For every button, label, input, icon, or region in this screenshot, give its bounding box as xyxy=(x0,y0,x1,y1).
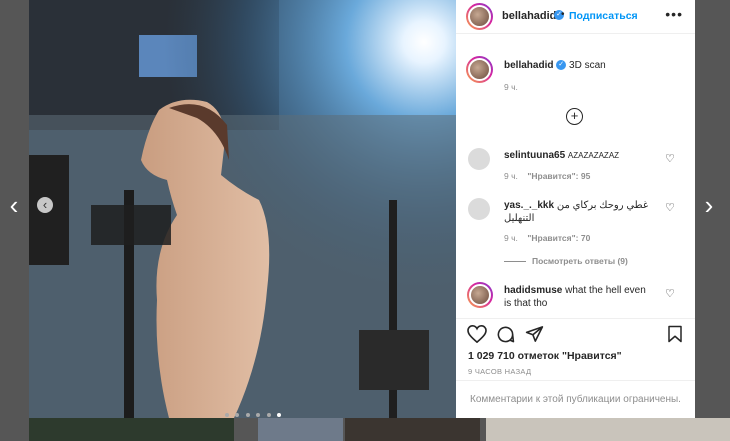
heart-icon[interactable] xyxy=(467,325,487,343)
add-circle-icon[interactable]: + xyxy=(566,108,583,125)
comment: hadidsmuse what the hell even is that th… xyxy=(504,284,654,310)
view-replies-button[interactable]: Посмотреть ответы (9) xyxy=(504,256,628,266)
comment-likes[interactable]: "Нравится": 70 xyxy=(527,233,590,243)
post-photo: ‹ xyxy=(29,0,456,418)
comment-meta: 9 ч. "Нравится": 95 xyxy=(504,171,590,181)
carousel-dot xyxy=(235,413,240,417)
caption-text: 3D scan xyxy=(569,60,606,71)
comment-avatar[interactable] xyxy=(468,198,490,220)
bookmark-icon[interactable] xyxy=(667,325,683,343)
post-actions: 1 029 710 отметок "Нравится" 9 ЧАСОВ НАЗ… xyxy=(456,318,695,381)
caption-avatar[interactable] xyxy=(466,56,493,83)
carousel-dot xyxy=(266,413,271,417)
comment-avatar[interactable] xyxy=(467,282,493,308)
comment-likes[interactable]: "Нравится": 95 xyxy=(527,171,590,181)
feed-thumb xyxy=(486,418,730,441)
carousel-dot xyxy=(256,413,261,417)
carousel-prev-button[interactable]: ‹ xyxy=(37,197,53,213)
post-header: bellahadid ✓ • Подписаться ••• xyxy=(456,0,695,34)
post-side-panel: bellahadid ✓ • Подписаться ••• bellahadi… xyxy=(456,0,695,418)
comment: selintuuna65 AZAZAZAZAZ xyxy=(504,149,654,162)
next-post-arrow[interactable]: › xyxy=(698,190,720,220)
comment-icon[interactable] xyxy=(496,325,515,344)
likes-count[interactable]: 1 029 710 отметок "Нравится" xyxy=(468,350,622,362)
separator: • xyxy=(561,9,565,20)
comment-meta: 9 ч. "Нравится": 70 xyxy=(504,233,590,243)
comment-text: AZAZAZAZAZ xyxy=(567,151,620,160)
caption-time: 9 ч. xyxy=(504,82,518,92)
author-avatar[interactable] xyxy=(466,3,493,30)
prev-post-arrow[interactable]: ‹ xyxy=(3,190,25,220)
feed-thumb xyxy=(29,418,234,441)
comment-time: 9 ч. xyxy=(504,171,518,181)
caption-username[interactable]: bellahadid xyxy=(504,60,553,71)
author-username[interactable]: bellahadid xyxy=(502,10,556,22)
comment-like-icon[interactable]: ♡ xyxy=(665,288,677,300)
follow-button[interactable]: Подписаться xyxy=(569,10,638,22)
comment: yas._._kkk غطي روحك بركاي من التنهليل xyxy=(504,199,649,225)
verified-icon: ✓ xyxy=(556,60,567,71)
comment-username[interactable]: yas._._kkk xyxy=(504,200,554,211)
carousel-dot xyxy=(225,413,229,417)
comment-like-icon[interactable]: ♡ xyxy=(665,202,677,214)
carousel-dot-active xyxy=(277,413,282,417)
comments-restricted-notice: Комментарии к этой публикации ограничены… xyxy=(456,380,695,418)
comment-avatar[interactable] xyxy=(468,148,490,170)
more-icon[interactable]: ••• xyxy=(665,6,683,22)
share-icon[interactable] xyxy=(525,325,544,343)
comments-section[interactable]: bellahadid ✓ 3D scan 9 ч. + selintuuna65… xyxy=(456,34,695,318)
feed-thumb xyxy=(345,418,480,441)
feed-thumb xyxy=(258,418,343,441)
carousel-dot xyxy=(245,413,250,417)
post-timestamp[interactable]: 9 ЧАСОВ НАЗАД xyxy=(468,367,531,376)
comment-username[interactable]: hadidsmuse xyxy=(504,285,562,296)
post-image xyxy=(29,0,456,418)
comment-like-icon[interactable]: ♡ xyxy=(665,153,677,165)
comment-username[interactable]: selintuuna65 xyxy=(504,150,565,161)
comment-time: 9 ч. xyxy=(504,233,518,243)
carousel-dots xyxy=(224,404,282,418)
caption: bellahadid ✓ 3D scan xyxy=(504,59,606,72)
